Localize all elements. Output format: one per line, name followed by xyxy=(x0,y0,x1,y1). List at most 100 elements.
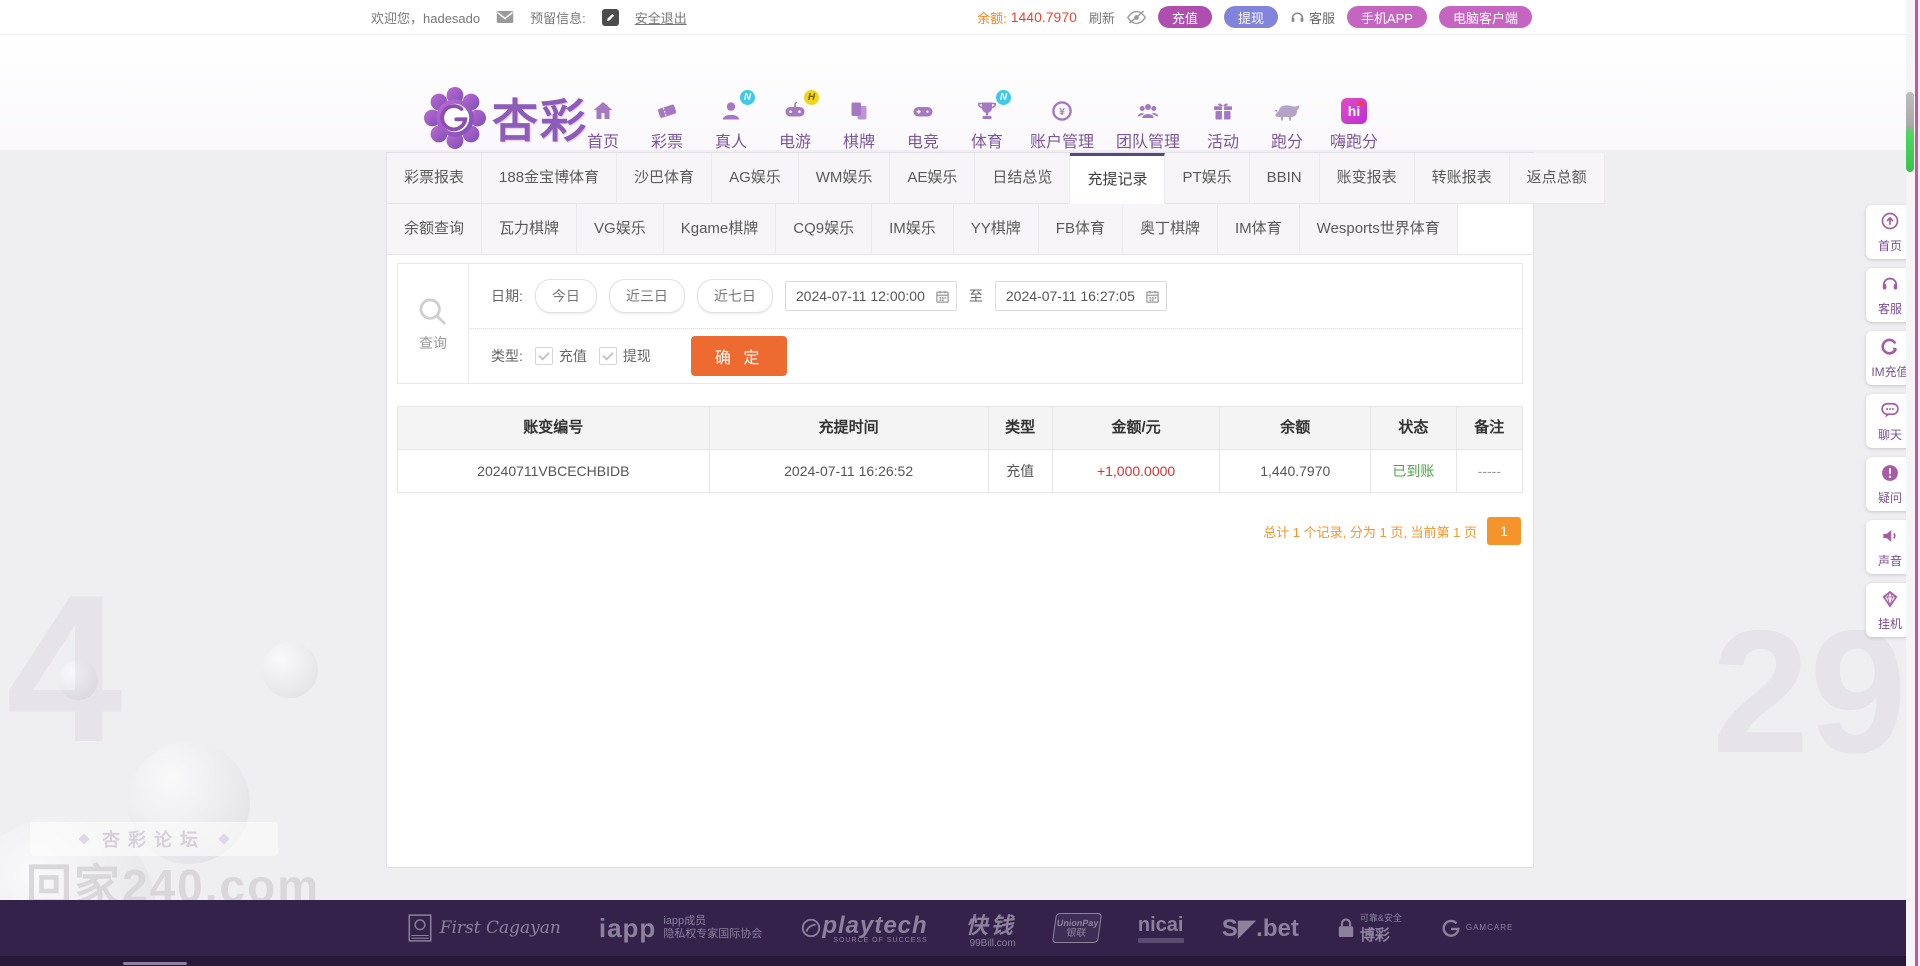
calendar-icon[interactable] xyxy=(935,289,950,304)
tab-item[interactable]: 188金宝博体育 xyxy=(482,153,618,204)
tab-item[interactable]: AE娱乐 xyxy=(890,153,976,204)
tab-item[interactable]: FB体育 xyxy=(1038,204,1123,255)
tab-item[interactable]: PT娱乐 xyxy=(1165,153,1250,204)
deposit-button[interactable]: 充值 xyxy=(1157,6,1212,28)
tab-item[interactable]: 沙巴体育 xyxy=(617,153,713,204)
cell-type: 充值 xyxy=(988,450,1053,493)
tab-item[interactable]: YY棋牌 xyxy=(953,204,1039,255)
mail-icon[interactable] xyxy=(496,10,514,24)
tab-item[interactable]: Kgame棋牌 xyxy=(663,204,777,255)
tab-item[interactable]: 转账报表 xyxy=(1414,153,1510,204)
date-from-field[interactable] xyxy=(784,281,957,311)
sparkle-icon xyxy=(78,833,90,845)
decor-number-left: 4 xyxy=(6,551,123,786)
edit-icon[interactable] xyxy=(601,8,619,26)
deposit-checkbox[interactable]: 充值 xyxy=(534,346,587,366)
nav-account-management[interactable]: ¥ 账户管理 xyxy=(1030,97,1094,152)
speaker-icon xyxy=(1883,530,1896,542)
column-header: 账变编号 xyxy=(398,407,710,450)
tab-item[interactable]: WM娱乐 xyxy=(798,153,891,204)
notification-dot xyxy=(1358,101,1364,106)
quick-today-button[interactable]: 今日 xyxy=(534,279,597,313)
ticket-icon xyxy=(658,104,677,118)
table-header-row: 账变编号 充提时间 类型 金额/元 余额 状态 备注 xyxy=(398,407,1523,450)
refresh-button[interactable]: 刷新 xyxy=(1089,8,1115,27)
tab-item[interactable]: IM娱乐 xyxy=(872,204,954,255)
chat-bubble-icon xyxy=(1881,402,1899,418)
quick-7days-button[interactable]: 近七日 xyxy=(696,279,773,313)
tab-item[interactable]: CQ9娱乐 xyxy=(776,204,873,255)
tab-item[interactable]: IM体育 xyxy=(1217,204,1300,255)
withdraw-checkbox[interactable]: 提现 xyxy=(598,346,651,366)
nav-esports[interactable]: 电竞 xyxy=(902,97,944,152)
gamcare-g-icon xyxy=(1442,919,1460,937)
nav-home[interactable]: 首页 xyxy=(582,97,624,152)
page-1-button[interactable]: 1 xyxy=(1487,517,1521,545)
scrollbar-thumb[interactable] xyxy=(1906,92,1914,172)
tab-item[interactable]: 瓦力棋牌 xyxy=(482,204,578,255)
page: 4 29 杏彩论坛 回家240.com 欢迎您，hadesado 预留信息: 安… xyxy=(0,0,1920,966)
cell-status: 已到账 xyxy=(1371,450,1457,493)
calendar-icon[interactable] xyxy=(1145,289,1160,304)
date-to-field[interactable] xyxy=(994,281,1167,311)
tab-item[interactable]: 返点总额 xyxy=(1509,153,1605,204)
pagination-summary: 总计 1 个记录, 分为 1 页, 当前第 1 页 xyxy=(1263,524,1477,540)
column-header: 充提时间 xyxy=(709,407,989,450)
nav-lottery[interactable]: 彩票 xyxy=(646,97,688,152)
logout-link[interactable]: 安全退出 xyxy=(635,8,687,27)
tab-item[interactable]: 奥丁棋牌 xyxy=(1122,204,1218,255)
tab-item-active[interactable]: 充提记录 xyxy=(1070,153,1166,204)
tab-item[interactable]: BBIN xyxy=(1249,153,1320,204)
mobile-app-button[interactable]: 手机APP xyxy=(1346,6,1427,28)
headset-icon xyxy=(1882,277,1898,290)
column-header: 备注 xyxy=(1456,407,1523,450)
brand-logo-icon xyxy=(424,87,486,149)
customer-service-link[interactable]: 客服 xyxy=(1290,8,1335,27)
yuan-coin-icon: ¥ xyxy=(1052,101,1072,121)
quick-3days-button[interactable]: 近三日 xyxy=(608,279,685,313)
horizontal-scrollbar-thumb[interactable] xyxy=(123,962,187,965)
confirm-button[interactable]: 确 定 xyxy=(690,336,788,376)
right-edge-accent xyxy=(1915,0,1918,966)
cell-balance: 1,440.7970 xyxy=(1220,450,1372,493)
date-to-input[interactable] xyxy=(1003,287,1145,305)
withdraw-button[interactable]: 提现 xyxy=(1223,6,1278,28)
nav-live-casino[interactable]: N 真人 xyxy=(710,90,755,152)
nav-hi-paofen[interactable]: hi 嗨跑分 xyxy=(1330,97,1378,152)
balance-label: 余额: xyxy=(977,10,1007,26)
date-from-input[interactable] xyxy=(793,287,935,305)
tab-item[interactable]: 彩票报表 xyxy=(387,153,483,204)
exclamation-circle-icon xyxy=(1882,465,1898,481)
tab-item[interactable]: 日结总览 xyxy=(975,153,1071,204)
tab-item[interactable]: AG娱乐 xyxy=(712,153,799,204)
site-header: 杏彩 首页 彩票 N 真人 H 电游 棋牌 电竞 N 体育 ¥ 账户管理 团队管… xyxy=(0,35,1920,152)
column-header: 金额/元 xyxy=(1052,407,1221,450)
cards-icon xyxy=(851,102,867,120)
tab-item[interactable]: 账变报表 xyxy=(1319,153,1415,204)
welcome-text: 欢迎您，hadesado xyxy=(371,10,481,26)
topbar: 欢迎您，hadesado 预留信息: 安全退出 余额: 1440.7970 刷新… xyxy=(0,0,1920,35)
nav-promotions[interactable]: 活动 xyxy=(1202,97,1244,152)
content-card: 彩票报表 188金宝博体育 沙巴体育 AG娱乐 WM娱乐 AE娱乐 日结总览 充… xyxy=(386,152,1605,868)
tab-bar-row1: 彩票报表 188金宝博体育 沙巴体育 AG娱乐 WM娱乐 AE娱乐 日结总览 充… xyxy=(387,153,1605,204)
gamepad-icon xyxy=(785,101,805,117)
hi-icon: hi xyxy=(1341,98,1368,124)
nav-team-management[interactable]: 团队管理 xyxy=(1116,97,1180,152)
search-rail: 查询 xyxy=(398,264,469,383)
pc-client-button[interactable]: 电脑客户端 xyxy=(1438,6,1532,28)
date-label: 日期: xyxy=(491,288,523,304)
filter-panel: 查询 日期: 今日 近三日 近七日 至 xyxy=(397,263,1523,384)
brand[interactable]: 杏彩 xyxy=(424,85,588,151)
team-icon xyxy=(1137,104,1159,118)
nav-sports[interactable]: N 体育 xyxy=(966,90,1011,152)
eye-off-icon[interactable] xyxy=(1126,10,1146,25)
nav-paofen[interactable]: 跑分 xyxy=(1266,97,1308,152)
tab-item[interactable]: VG娱乐 xyxy=(577,204,664,255)
nav-badge: N xyxy=(740,90,755,105)
nav-egames[interactable]: H 电游 xyxy=(774,90,819,152)
search-icon xyxy=(419,298,447,325)
tab-item[interactable]: 余额查询 xyxy=(387,204,483,255)
nav-chess-cards[interactable]: 棋牌 xyxy=(838,97,880,152)
nav-badge: N xyxy=(996,90,1011,105)
tab-item[interactable]: Wesports世界体育 xyxy=(1299,204,1458,255)
